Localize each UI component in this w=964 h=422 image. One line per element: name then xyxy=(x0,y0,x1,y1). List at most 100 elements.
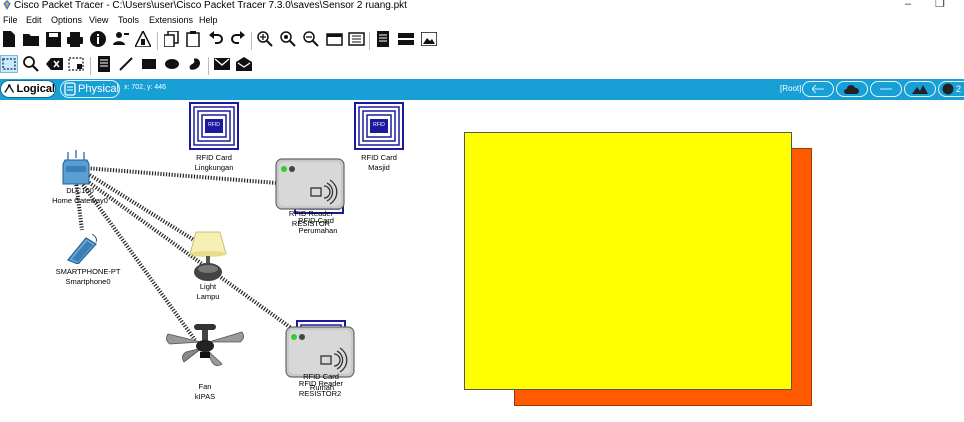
place-note-icon[interactable] xyxy=(95,55,113,73)
viewport-icon xyxy=(942,83,954,95)
user-profile-icon[interactable] xyxy=(112,30,130,48)
rfid-card-masjid[interactable]: RFID xyxy=(354,102,404,153)
activity-wizard-icon[interactable] xyxy=(134,30,152,48)
print-icon[interactable] xyxy=(66,30,84,48)
screenshot-icon[interactable] xyxy=(420,30,438,48)
inspect-icon[interactable] xyxy=(22,55,40,73)
select-tool-icon[interactable] xyxy=(0,55,18,73)
smartphone-device[interactable] xyxy=(62,233,100,267)
window-title: Cisco Packet Tracer - C:\Users\user\Cisc… xyxy=(14,0,407,11)
device-name: Lingkungan xyxy=(194,163,234,172)
info-icon[interactable] xyxy=(89,30,107,48)
drawing-palette-icon[interactable] xyxy=(325,30,343,48)
cursor-coordinates: x: 702, y: 446 xyxy=(124,84,167,91)
redo-icon[interactable] xyxy=(229,30,247,48)
viewport-button[interactable]: 2 xyxy=(938,81,964,97)
draw-line-icon[interactable] xyxy=(117,55,135,73)
rfid-badge-text: RFID xyxy=(373,122,385,128)
light-device[interactable] xyxy=(186,228,230,285)
set-tiled-background-button[interactable] xyxy=(904,81,936,97)
packet-tracer-logo-icon xyxy=(3,0,11,10)
device-label: Light xyxy=(199,282,217,291)
device-template-icon[interactable] xyxy=(397,30,415,48)
copy-icon[interactable] xyxy=(162,30,180,48)
card-label: RFID Card xyxy=(298,216,334,225)
logical-workspace-canvas[interactable]: RFID RFID Card Lingkungan RFID RFID Card… xyxy=(0,100,964,422)
device-name: Lampu xyxy=(196,292,220,301)
zoom-reset-icon[interactable] xyxy=(279,30,297,48)
menu-bar: File Edit Options View Tools Extensions … xyxy=(0,14,964,28)
workspace-bar: Logical Physical x: 702, y: 446 [Root] 2 xyxy=(0,79,964,100)
device-label: RFID Card xyxy=(196,153,232,162)
home-gateway-icon xyxy=(62,150,90,185)
add-simple-pdu-icon[interactable] xyxy=(213,55,231,73)
edit-toolbar xyxy=(0,55,964,77)
menu-edit[interactable]: Edit xyxy=(26,14,42,27)
zoom-out-icon[interactable] xyxy=(302,30,320,48)
tab-logical-label: Logical xyxy=(16,83,55,95)
delete-icon[interactable] xyxy=(45,55,63,73)
device-name: Masjid xyxy=(368,163,390,172)
rfid-card-lingkungan[interactable]: RFID xyxy=(189,102,239,153)
device-label: Fan xyxy=(198,382,212,391)
device-name: Home Gateway0 xyxy=(52,196,108,205)
physical-building-icon xyxy=(64,82,76,96)
custom-devices-icon[interactable] xyxy=(347,30,365,48)
toolbar-separator xyxy=(251,32,252,50)
card-name: Perumahan xyxy=(298,226,338,235)
smartphone-icon xyxy=(67,233,97,265)
new-cluster-button[interactable] xyxy=(836,81,868,97)
device-label: SMARTPHONE-PT xyxy=(55,267,121,276)
back-arrow-icon xyxy=(812,85,824,93)
toolbar-separator xyxy=(208,57,209,75)
back-button[interactable] xyxy=(802,81,834,97)
menu-view[interactable]: View xyxy=(89,14,108,27)
menu-extensions[interactable]: Extensions xyxy=(149,14,193,27)
device-label: RFID Card xyxy=(361,153,397,162)
main-toolbar xyxy=(0,30,964,52)
toolbar-separator xyxy=(369,32,370,50)
paste-icon[interactable] xyxy=(184,30,202,48)
link-gateway-reader1 xyxy=(84,166,291,186)
viewport-partial-label: 2 xyxy=(956,84,962,94)
device-name: RESISTOR2 xyxy=(298,389,342,398)
root-breadcrumb[interactable]: [Root] xyxy=(780,84,801,93)
fan-device[interactable] xyxy=(164,322,246,371)
device-label: DLC100 xyxy=(66,186,94,195)
toolbar-separator xyxy=(157,32,158,50)
restore-button[interactable]: ❐ xyxy=(935,0,945,10)
minimize-button[interactable]: – xyxy=(905,0,911,10)
add-complex-pdu-icon[interactable] xyxy=(235,55,253,73)
zoom-in-icon[interactable] xyxy=(256,30,274,48)
menu-tools[interactable]: Tools xyxy=(118,14,139,27)
rfid-badge-text: RFID xyxy=(208,122,220,128)
freeform-icon[interactable] xyxy=(186,55,204,73)
open-folder-icon[interactable] xyxy=(22,30,40,48)
draw-ellipse-icon[interactable] xyxy=(163,55,181,73)
tab-physical[interactable]: Physical xyxy=(60,80,120,98)
menu-options[interactable]: Options xyxy=(51,14,82,27)
device-name: Smartphone0 xyxy=(65,277,111,286)
tab-logical[interactable]: Logical xyxy=(0,80,56,98)
lamp-icon xyxy=(189,231,227,281)
rfid-reader-icon xyxy=(285,326,355,378)
undo-icon[interactable] xyxy=(207,30,225,48)
new-file-icon[interactable] xyxy=(0,30,18,48)
tab-physical-label: Physical xyxy=(78,83,119,95)
cluster-cloud-icon xyxy=(844,85,859,94)
menu-help[interactable]: Help xyxy=(199,14,218,27)
home-gateway[interactable] xyxy=(62,150,90,189)
draw-rectangle-icon[interactable] xyxy=(140,55,158,73)
notes-icon[interactable] xyxy=(374,30,392,48)
title-bar: Cisco Packet Tracer - C:\Users\user\Cisc… xyxy=(0,0,964,13)
move-icon xyxy=(880,88,892,90)
device-name: kIPAS xyxy=(194,392,216,401)
rfid-reader-resistor[interactable] xyxy=(275,158,345,213)
rfid-reader-icon xyxy=(275,158,345,210)
move-object-button[interactable] xyxy=(870,81,902,97)
landscape-icon xyxy=(912,85,928,94)
resize-shape-icon[interactable] xyxy=(67,55,85,73)
menu-file[interactable]: File xyxy=(3,14,18,27)
save-icon[interactable] xyxy=(44,30,62,48)
yellow-rectangle-shape[interactable] xyxy=(464,132,792,390)
